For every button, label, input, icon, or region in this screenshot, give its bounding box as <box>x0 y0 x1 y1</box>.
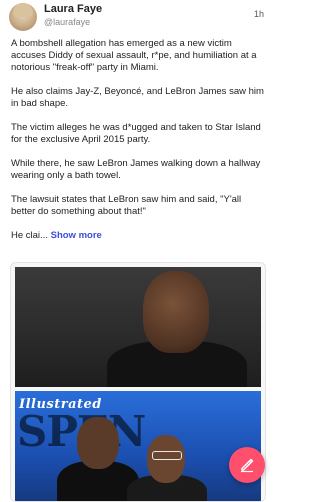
image-figure <box>143 271 209 353</box>
post-truncated-line: He clai... Show more <box>11 230 266 242</box>
post-paragraph: He also claims Jay-Z, Beyoncé, and LeBro… <box>11 86 264 109</box>
post-body: A bombshell allegation has emerged as a … <box>11 38 266 254</box>
media-image-1[interactable] <box>15 267 261 387</box>
post-paragraph: The victim alleges he was d*ugged and ta… <box>11 122 261 145</box>
author-name[interactable]: Laura Faye <box>44 3 102 15</box>
image-figure <box>152 451 182 460</box>
truncated-text: He clai... <box>11 230 48 241</box>
avatar[interactable] <box>9 3 37 31</box>
post-header: Laura Faye @laurafaye 1h <box>0 0 275 34</box>
media-image-2[interactable]: SPEN Illustrated <box>15 391 261 501</box>
compose-button[interactable] <box>229 447 265 483</box>
author-handle[interactable]: @laurafaye <box>44 17 90 27</box>
post-paragraph: While there, he saw LeBron James walking… <box>11 158 261 181</box>
post-paragraph: The lawsuit states that LeBron saw him a… <box>11 194 242 217</box>
image-figure <box>77 417 119 469</box>
image-banner-text: Illustrated <box>19 397 102 412</box>
post-paragraph: A bombshell allegation has emerged as a … <box>11 38 257 73</box>
post-timestamp: 1h <box>253 9 264 19</box>
show-more-link[interactable]: Show more <box>51 230 102 241</box>
pencil-icon <box>241 458 254 473</box>
post-media[interactable]: SPEN Illustrated <box>10 262 266 502</box>
